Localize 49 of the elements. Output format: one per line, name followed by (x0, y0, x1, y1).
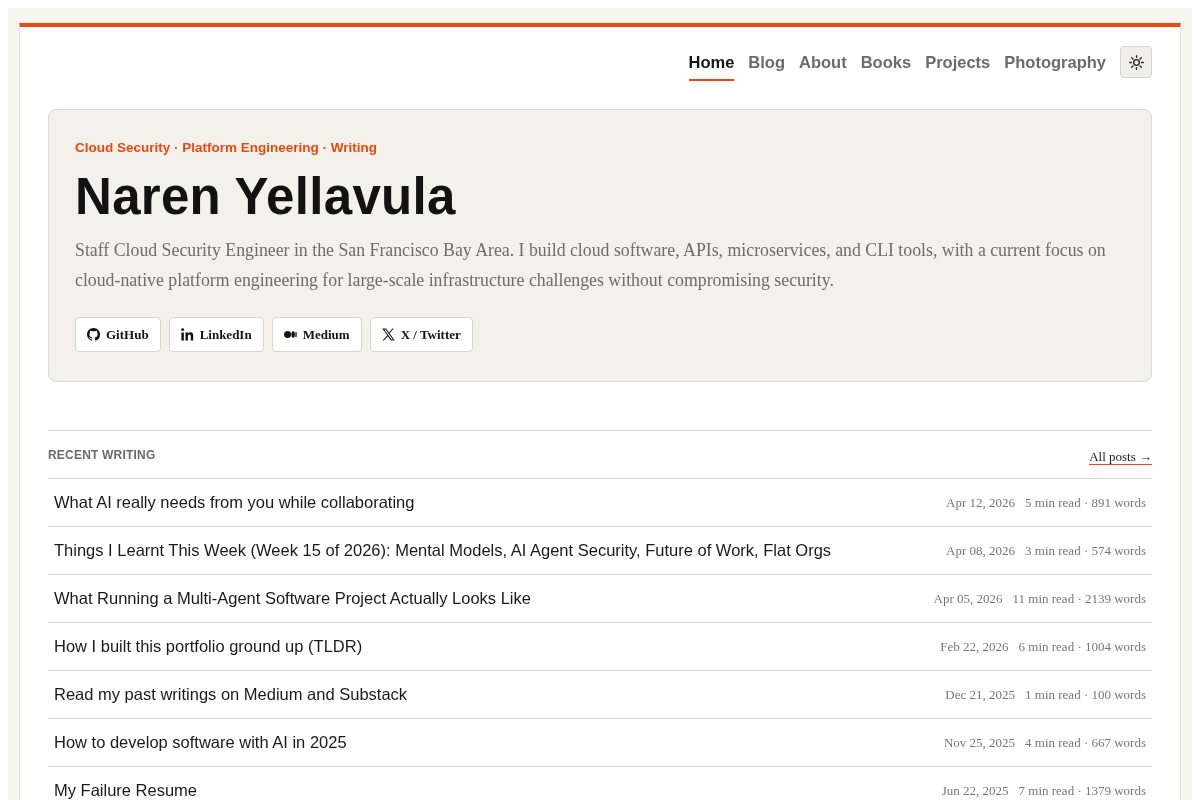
nav-link[interactable]: Projects (925, 46, 991, 81)
tagline: Cloud Security · Platform Engineering · Writing (75, 139, 379, 157)
post-row[interactable]: How to develop software with AI in 2025 Nov 25, 2025 4 min read · 667 words (48, 719, 1152, 767)
social-link-button[interactable]: GitHub (75, 317, 161, 352)
post-date: Apr 05, 2026 (933, 590, 1003, 607)
post-date: Apr 12, 2026 (946, 494, 1016, 511)
post-date: Jun 22, 2025 (941, 782, 1009, 799)
nav-link[interactable]: Home (688, 46, 735, 81)
nav-link[interactable]: Books (860, 46, 912, 81)
post-stats: 7 min read · 1379 words (1018, 782, 1146, 799)
linkedin-icon (180, 328, 194, 341)
post-date: Apr 08, 2026 (946, 542, 1016, 559)
x-icon (381, 328, 395, 341)
post-row[interactable]: What AI really needs from you while collaborating Apr 12, 2026 5 min read · 891 words (48, 479, 1152, 527)
post-title: How to develop software with AI in 2025 (54, 733, 347, 752)
theme-toggle-button[interactable] (1120, 46, 1152, 78)
post-title: Things I Learnt This Week (Week 15 of 2026): Mental Models, AI Agent Security, Future of Work, Flat Orgs (54, 541, 832, 560)
post-date: Feb 22, 2026 (940, 638, 1009, 655)
post-row[interactable]: How I built this portfolio ground up (TLDR) Feb 22, 2026 6 min read · 1004 words (48, 623, 1152, 671)
post-title: What AI really needs from you while collaborating (54, 493, 415, 512)
social-link-button[interactable]: Medium (271, 317, 362, 352)
post-row[interactable]: My Failure Resume Jun 22, 2025 7 min read · 1379 words (48, 767, 1152, 800)
bio-text: Staff Cloud Security Engineer in the San Francisco Bay Area. I build cloud software, APIs, microservices, and CLI tools, with a current focus on cloud-native platform engineering for large-scale infrastructure challenges without compromising security. (75, 239, 1107, 292)
nav-link[interactable]: Blog (748, 46, 786, 81)
post-stats: 3 min read · 574 words (1025, 542, 1146, 559)
medium-icon (283, 331, 297, 338)
all-posts-link[interactable]: All posts → (1089, 448, 1152, 465)
nav-link[interactable]: Photography (1004, 46, 1106, 81)
github-icon (87, 328, 100, 341)
post-row[interactable]: Read my past writings on Medium and Substack Dec 21, 2025 1 min read · 100 words (48, 671, 1152, 719)
social-link-button[interactable]: LinkedIn (168, 317, 264, 352)
post-stats: 4 min read · 667 words (1025, 734, 1146, 751)
post-title: My Failure Resume (54, 781, 198, 800)
post-stats: 6 min read · 1004 words (1018, 638, 1146, 655)
post-row[interactable]: Things I Learnt This Week (Week 15 of 2026): Mental Models, AI Agent Security, Future of Work, Flat Orgs Apr 08, 2026 3 min read · 574 words (48, 527, 1152, 575)
post-date: Nov 25, 2025 (943, 734, 1016, 751)
post-stats: 1 min read · 100 words (1025, 686, 1146, 703)
sun-icon (1128, 54, 1144, 70)
post-stats: 5 min read · 891 words (1025, 494, 1146, 511)
author-name: Naren Yellavula (75, 167, 457, 227)
post-title: Read my past writings on Medium and Substack (54, 685, 408, 704)
post-title: How I built this portfolio ground up (TLDR) (54, 637, 363, 656)
post-date: Dec 21, 2025 (945, 686, 1016, 703)
post-stats: 11 min read · 2139 words (1012, 590, 1146, 607)
section-heading: RECENT WRITING (48, 447, 156, 462)
post-row[interactable]: What Running a Multi-Agent Software Project Actually Looks Like Apr 05, 2026 11 min read · 2139 words (48, 575, 1152, 623)
nav-link[interactable]: About (799, 46, 847, 81)
post-title: What Running a Multi-Agent Software Project Actually Looks Like (54, 589, 531, 608)
social-link-button[interactable]: X / Twitter (369, 317, 473, 352)
